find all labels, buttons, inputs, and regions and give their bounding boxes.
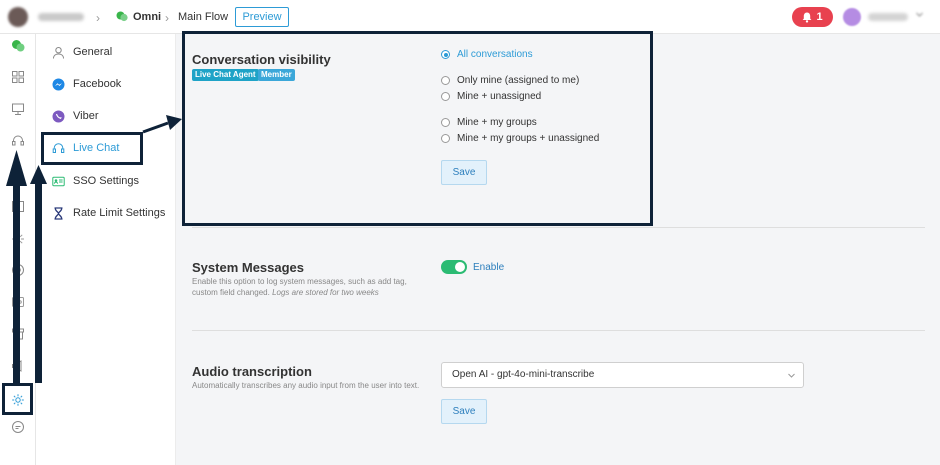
highlight-settings (2, 383, 33, 415)
workspace-avatar[interactable] (8, 7, 28, 27)
subnav-item-label: SSO Settings (73, 175, 140, 187)
subnav-item-general[interactable]: General (52, 42, 112, 62)
omni-channel-icon[interactable] (11, 39, 25, 53)
book-icon[interactable] (11, 199, 25, 213)
archive-icon[interactable] (11, 327, 25, 341)
highlight-conversation-visibility (182, 31, 653, 226)
transcription-model-select[interactable]: Open AI - gpt-4o-mini-transcribe (441, 362, 804, 388)
system-messages-description: Enable this option to log system message… (192, 277, 407, 297)
highlight-live-chat (41, 132, 143, 165)
presentation-icon[interactable] (11, 102, 25, 116)
chat-icon[interactable] (11, 420, 25, 434)
system-messages-title: System Messages (192, 260, 305, 275)
breadcrumb-separator: › (165, 11, 169, 25)
headset-icon[interactable] (11, 134, 25, 148)
media-icon[interactable] (11, 295, 25, 309)
subnav-item-viber[interactable]: Viber (52, 106, 98, 126)
subnav-item-label: General (73, 46, 113, 58)
divider (192, 330, 925, 331)
chevron-down-icon[interactable] (916, 11, 923, 18)
audio-transcription-description: Automatically transcribes any audio inpu… (192, 381, 420, 390)
system-messages-toggle[interactable] (441, 260, 467, 274)
subnav-item-label: Rate Limit Settings (73, 207, 166, 219)
subnav-item-facebook[interactable]: Facebook (52, 74, 121, 94)
save-audio-button[interactable]: Save (441, 399, 487, 424)
subnav-item-label: Viber (73, 110, 99, 122)
chevron-down-icon (788, 373, 795, 378)
divider (192, 227, 925, 228)
lifebuoy-icon[interactable] (11, 263, 25, 277)
notifications-button[interactable]: 1 (792, 7, 833, 27)
top-bar: › Omni › Main Flow Preview 1 (0, 0, 940, 34)
dashboard-grid-icon[interactable] (11, 70, 25, 84)
breadcrumb-main-flow[interactable]: Main Flow (178, 11, 228, 23)
contacts-icon[interactable] (11, 167, 25, 181)
megaphone-icon[interactable] (11, 359, 25, 373)
preview-button[interactable]: Preview (235, 7, 289, 27)
sparkle-icon[interactable] (11, 232, 25, 246)
subnav-item-rate-limit[interactable]: Rate Limit Settings (52, 203, 165, 223)
user-icon (53, 46, 64, 59)
hourglass-icon (54, 206, 63, 220)
audio-transcription-title: Audio transcription (192, 364, 312, 379)
user-name[interactable] (868, 13, 908, 21)
messenger-icon (52, 78, 65, 90)
toggle-label: Enable (473, 262, 505, 273)
settings-subnav: General Facebook Viber Live Chat SSO Set… (36, 34, 176, 465)
breadcrumb-omni[interactable]: Omni (133, 11, 161, 23)
id-card-icon (52, 176, 65, 186)
chat-bubbles-icon (116, 11, 128, 22)
workspace-name[interactable] (38, 13, 84, 21)
bell-icon (803, 12, 812, 23)
breadcrumb-separator: › (96, 11, 100, 25)
subnav-item-label: Facebook (73, 78, 122, 90)
viber-icon (52, 110, 65, 122)
subnav-item-sso-settings[interactable]: SSO Settings (52, 171, 139, 191)
user-avatar[interactable] (843, 8, 861, 26)
select-value: Open AI - gpt-4o-mini-transcribe (452, 369, 595, 380)
notification-count: 1 (816, 11, 823, 23)
